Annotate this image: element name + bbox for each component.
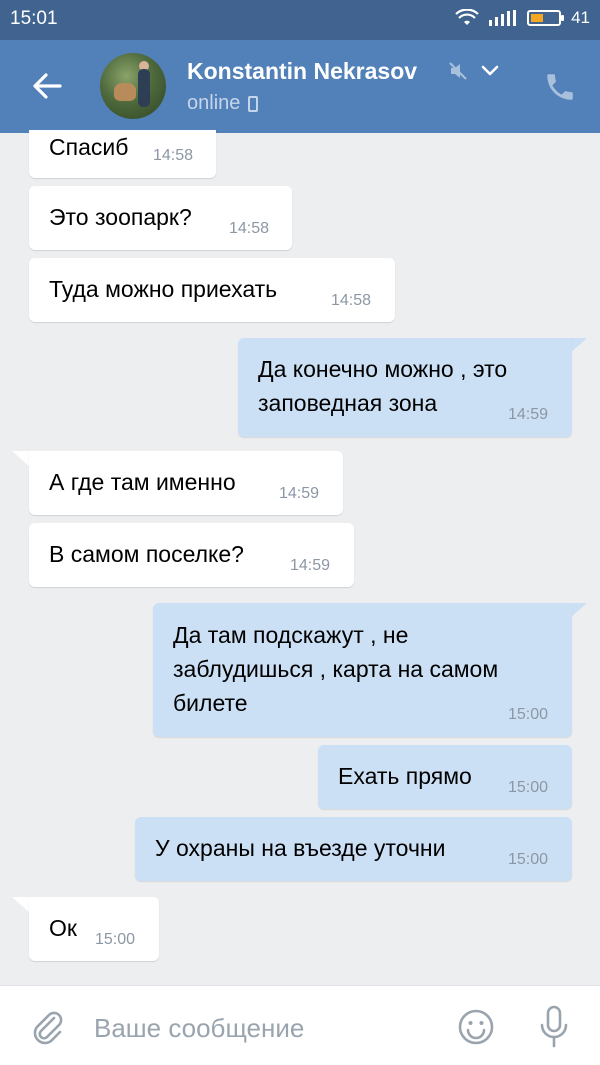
wifi-icon <box>455 9 479 25</box>
message-incoming[interactable]: В самом поселке? 14:59 <box>29 523 354 587</box>
message-outgoing[interactable]: Да там подскажут , не заблудишься , карт… <box>153 603 572 737</box>
mobile-device-icon <box>248 95 259 112</box>
message-text: Спасиб <box>49 134 129 160</box>
status-bar: 15:01 41 <box>0 0 600 40</box>
message-time: 14:58 <box>229 220 270 237</box>
message-incoming[interactable]: Это зоопарк? 14:58 <box>29 186 292 250</box>
message-text: Туда можно приехать <box>49 276 278 302</box>
message-time: 14:59 <box>508 406 549 423</box>
message-text: Ок <box>49 915 77 941</box>
message-time: 15:00 <box>95 931 136 948</box>
contact-status: online <box>187 92 259 115</box>
contact-avatar[interactable] <box>100 53 166 119</box>
bubble-tail <box>12 451 30 467</box>
microphone-icon[interactable] <box>537 1004 571 1050</box>
chevron-down-icon[interactable] <box>481 64 499 78</box>
message-text: Это зоопарк? <box>49 204 192 230</box>
back-arrow-icon[interactable] <box>30 66 66 106</box>
message-incoming[interactable]: Спасиб 14:58 <box>29 130 216 178</box>
message-time: 14:59 <box>279 485 320 502</box>
signal-icon <box>489 10 517 26</box>
battery-icon <box>527 10 565 26</box>
message-incoming[interactable]: Ок 15:00 <box>29 897 159 961</box>
message-input[interactable] <box>94 1006 434 1050</box>
message-text: билете <box>173 690 248 716</box>
mute-icon <box>449 62 467 80</box>
message-time: 15:00 <box>508 779 549 796</box>
status-icons: 41 <box>455 8 590 28</box>
status-text: online <box>187 92 241 114</box>
message-time: 15:00 <box>508 851 549 868</box>
message-text: заповедная зона <box>258 390 438 416</box>
message-time: 14:58 <box>153 147 194 164</box>
attach-icon[interactable] <box>30 1008 66 1046</box>
battery-level: 41 <box>571 8 590 27</box>
message-text: А где там именно <box>49 469 236 495</box>
message-time: 15:00 <box>508 706 549 723</box>
message-time: 14:58 <box>331 292 372 309</box>
message-text: заблудишься , карта на самом <box>173 656 499 682</box>
message-text: В самом поселке? <box>49 541 244 567</box>
message-time: 14:59 <box>290 557 331 574</box>
message-outgoing[interactable]: У охраны на въезде уточни 15:00 <box>135 817 572 881</box>
message-text: Да там подскажут , не <box>173 622 409 648</box>
emoji-icon[interactable] <box>457 1008 495 1046</box>
message-text: Ехать прямо <box>338 763 472 789</box>
message-text: Да конечно можно , это <box>258 356 508 382</box>
bubble-tail <box>12 897 30 913</box>
message-incoming[interactable]: А где там именно 14:59 <box>29 451 343 515</box>
status-time: 15:01 <box>10 8 58 29</box>
message-outgoing[interactable]: Ехать прямо 15:00 <box>318 745 572 809</box>
message-outgoing[interactable]: Да конечно можно , это заповедная зона 1… <box>238 338 572 437</box>
message-composer <box>0 985 600 1065</box>
contact-name[interactable]: Konstantin Nekrasov <box>187 58 417 85</box>
phone-call-icon[interactable] <box>543 70 577 104</box>
message-incoming[interactable]: Туда можно приехать 14:58 <box>29 258 395 322</box>
chat-header: Konstantin Nekrasov online <box>0 40 600 133</box>
message-text: У охраны на въезде уточни <box>155 835 446 861</box>
